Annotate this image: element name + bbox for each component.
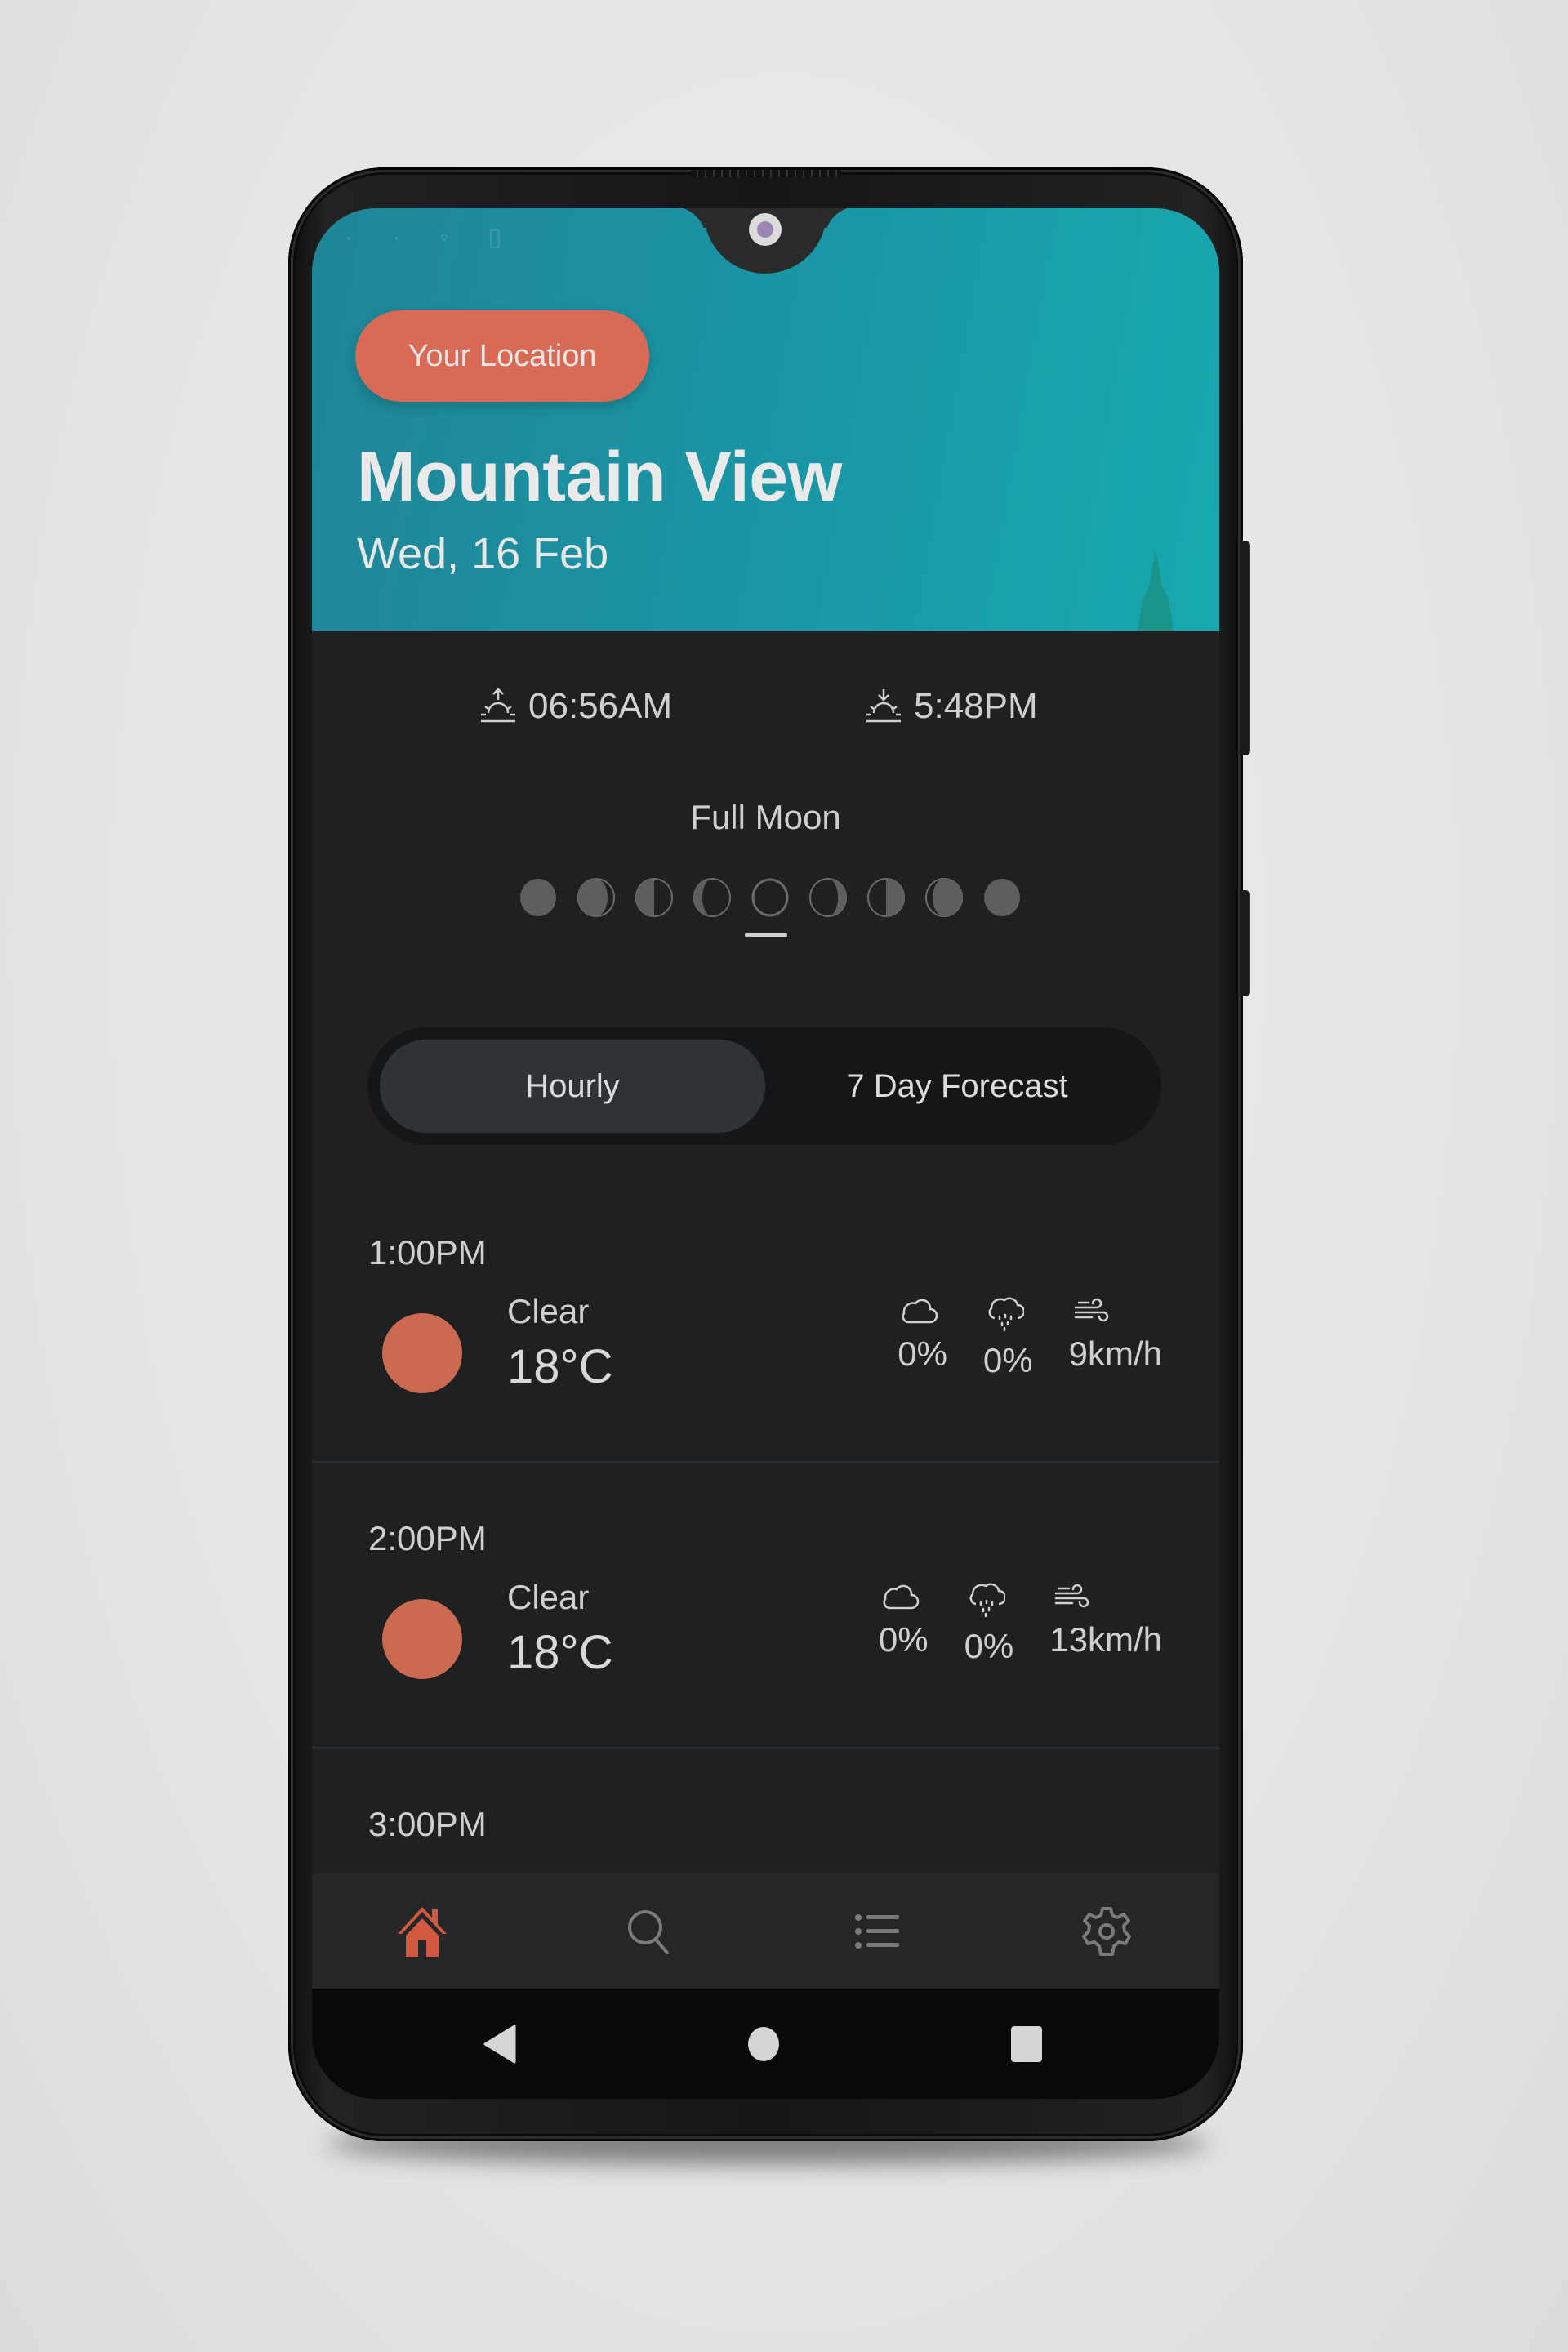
row-divider (312, 1747, 1219, 1749)
home-icon (398, 1907, 447, 1957)
sunset-time-row: 5:48PM (865, 686, 1038, 727)
nav-settings[interactable] (1077, 1902, 1136, 1961)
hour-time: 1:00PM (368, 1233, 487, 1272)
system-recents-button[interactable] (1009, 2021, 1045, 2067)
sun-icon (382, 1599, 462, 1679)
tab-7-day-forecast[interactable]: 7 Day Forecast (765, 1040, 1149, 1133)
nav-list[interactable] (849, 1902, 907, 1961)
cloud-icon (883, 1584, 920, 1610)
system-home-button[interactable] (746, 2021, 782, 2067)
waning-gibbous-icon[interactable] (808, 878, 848, 917)
sun-icon (382, 1313, 462, 1393)
precipitation: 0% (964, 1583, 1014, 1666)
tree-illustration (1138, 550, 1174, 631)
volume-button (1240, 541, 1250, 755)
hour-stats: 0% 0% 9km/h (898, 1297, 1162, 1380)
sunrise-time-row: 06:56AM (479, 686, 672, 727)
precip-value: 0% (982, 1341, 1033, 1379)
list-icon (855, 1914, 899, 1949)
forecast-tabs: Hourly 7 Day Forecast (368, 1027, 1161, 1145)
cloud-cover: 0% (898, 1297, 947, 1380)
current-date: Wed, 16 Feb (357, 529, 609, 578)
hour-temperature: 18°C (507, 1340, 613, 1393)
tab-hourly[interactable]: Hourly (380, 1040, 765, 1133)
cloud-cover: 0% (879, 1583, 929, 1666)
wind-value: 9km/h (1068, 1334, 1162, 1373)
search-icon (628, 1910, 669, 1954)
new-moon-icon[interactable] (519, 878, 558, 917)
rain-cloud-icon (969, 1583, 1005, 1617)
hourly-item[interactable]: 1:00PM Clear 18°C 0% 0% 9km/h (312, 1233, 1219, 1519)
waning-crescent-icon[interactable] (924, 878, 964, 917)
system-back-button[interactable] (482, 2021, 518, 2067)
moon-phase-selector[interactable] (519, 878, 1022, 917)
earpiece-speaker (690, 170, 842, 177)
home-circle-icon (748, 2027, 779, 2061)
waxing-crescent-icon[interactable] (577, 878, 616, 917)
hour-stats: 0% 0% 13km/h (879, 1583, 1162, 1666)
hour-time: 3:00PM (368, 1805, 487, 1843)
hourly-item[interactable]: 2:00PM Clear 18°C 0% 0% 13km/h (312, 1519, 1219, 1805)
wind-speed: 9km/h (1069, 1297, 1162, 1380)
back-icon (483, 2025, 516, 2064)
moon-selected-indicator (745, 933, 787, 937)
power-button (1240, 890, 1250, 996)
precip-value: 0% (964, 1627, 1014, 1665)
bottom-navigation (312, 1873, 1219, 1989)
wind-value: 13km/h (1049, 1620, 1162, 1659)
rain-cloud-icon (988, 1297, 1024, 1331)
sunrise-time: 06:56AM (528, 686, 673, 726)
row-divider (312, 1461, 1219, 1463)
sunrise-icon (481, 688, 515, 723)
hour-time: 2:00PM (368, 1519, 487, 1557)
hour-condition: Clear (507, 1292, 590, 1330)
city-name: Mountain View (357, 438, 842, 516)
sunset-icon (866, 689, 901, 723)
system-navigation-bar (312, 1989, 1219, 2099)
moon-phase-label: Full Moon (690, 798, 841, 836)
hour-condition: Clear (507, 1578, 590, 1616)
cloud-value: 0% (898, 1334, 947, 1373)
wind-icon (1074, 1298, 1108, 1322)
cloud-value: 0% (878, 1620, 929, 1659)
waxing-gibbous-icon[interactable] (693, 878, 732, 917)
wind-icon (1055, 1584, 1089, 1608)
sunset-time: 5:48PM (914, 686, 1038, 726)
status-bar: · · ◦ ▯ (345, 224, 519, 251)
hour-temperature: 18°C (507, 1626, 613, 1679)
full-moon-icon[interactable] (751, 878, 790, 917)
front-camera (749, 213, 782, 246)
wind-speed: 13km/h (1049, 1583, 1162, 1666)
nav-home[interactable] (393, 1902, 452, 1961)
gear-icon (1082, 1907, 1131, 1956)
first-quarter-icon[interactable] (635, 878, 674, 917)
nav-search[interactable] (620, 1902, 679, 1961)
new-moon-icon[interactable] (982, 878, 1022, 917)
cloud-icon (902, 1298, 938, 1324)
recents-icon (1011, 2026, 1042, 2062)
precipitation: 0% (983, 1297, 1033, 1380)
phone-screen: · · ◦ ▯ Your Location Mountain View Wed,… (312, 208, 1219, 2099)
last-quarter-icon[interactable] (866, 878, 906, 917)
your-location-button[interactable]: Your Location (355, 310, 649, 402)
